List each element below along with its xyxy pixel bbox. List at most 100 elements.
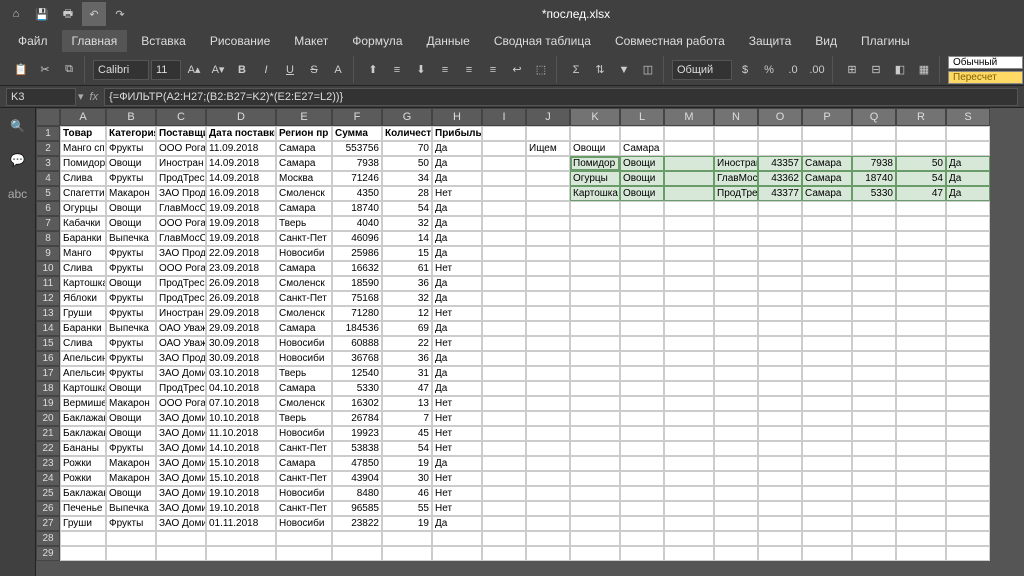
cell[interactable] <box>946 411 990 426</box>
dec-dec-icon[interactable]: .00 <box>806 59 828 81</box>
cell[interactable]: 14 <box>382 231 432 246</box>
cell[interactable]: 54 <box>382 441 432 456</box>
cell[interactable] <box>714 501 758 516</box>
cell[interactable] <box>758 306 802 321</box>
cell[interactable] <box>802 216 852 231</box>
cell[interactable] <box>570 471 620 486</box>
cell[interactable] <box>758 216 802 231</box>
col-header[interactable]: N <box>714 108 758 126</box>
cell[interactable] <box>714 471 758 486</box>
cell[interactable] <box>482 516 526 531</box>
cell[interactable] <box>526 471 570 486</box>
cell[interactable]: Самара <box>802 156 852 171</box>
align-center-icon[interactable]: ≡ <box>458 59 480 81</box>
cell[interactable]: Макарон <box>106 186 156 201</box>
cell[interactable] <box>482 126 526 141</box>
cell[interactable] <box>482 246 526 261</box>
cell[interactable] <box>664 291 714 306</box>
cell[interactable] <box>896 141 946 156</box>
cell[interactable]: ПродТрес <box>156 291 206 306</box>
cell[interactable]: Манго сп <box>60 141 106 156</box>
cell[interactable] <box>482 336 526 351</box>
menu-Вид[interactable]: Вид <box>805 30 847 52</box>
cell[interactable] <box>802 126 852 141</box>
font-inc-icon[interactable]: A▴ <box>183 59 205 81</box>
cell[interactable] <box>714 486 758 501</box>
cell[interactable]: Вермише <box>60 396 106 411</box>
cell[interactable]: Смоленск <box>276 186 332 201</box>
cell[interactable] <box>896 381 946 396</box>
cell[interactable]: Тверь <box>276 366 332 381</box>
cell[interactable]: 19923 <box>332 426 382 441</box>
cell[interactable] <box>432 546 482 561</box>
cell[interactable]: 15.10.2018 <box>206 456 276 471</box>
cell[interactable]: Помидор <box>570 156 620 171</box>
cell[interactable] <box>482 186 526 201</box>
cell[interactable]: Нет <box>432 261 482 276</box>
cell[interactable]: Новосиби <box>276 516 332 531</box>
row-header[interactable]: 8 <box>36 231 60 246</box>
cell[interactable] <box>570 276 620 291</box>
cell[interactable] <box>758 261 802 276</box>
cell[interactable] <box>852 306 896 321</box>
cell[interactable] <box>946 516 990 531</box>
cell[interactable]: ПродТрес <box>156 276 206 291</box>
row-header[interactable]: 18 <box>36 381 60 396</box>
cell[interactable]: 29.09.2018 <box>206 306 276 321</box>
menu-Главная[interactable]: Главная <box>62 30 128 52</box>
cell[interactable] <box>714 261 758 276</box>
cell[interactable]: Груши <box>60 306 106 321</box>
cell[interactable] <box>714 396 758 411</box>
cell[interactable]: 50 <box>896 156 946 171</box>
cell[interactable] <box>802 231 852 246</box>
cell[interactable]: ЗАО Доми <box>156 486 206 501</box>
cell[interactable] <box>758 351 802 366</box>
cell[interactable] <box>570 246 620 261</box>
cell[interactable]: Нет <box>432 411 482 426</box>
cell[interactable] <box>802 246 852 261</box>
fill-icon[interactable]: ◫ <box>637 59 659 81</box>
cell[interactable] <box>482 291 526 306</box>
cell[interactable]: Да <box>946 186 990 201</box>
col-header[interactable]: O <box>758 108 802 126</box>
cell[interactable]: Нет <box>432 441 482 456</box>
cell[interactable]: ООО Рога <box>156 141 206 156</box>
cell[interactable]: 7938 <box>852 156 896 171</box>
cell[interactable]: 71246 <box>332 171 382 186</box>
cell[interactable]: ПродТрес <box>156 171 206 186</box>
cell[interactable]: Выпечка <box>106 231 156 246</box>
cell[interactable] <box>802 471 852 486</box>
cell[interactable] <box>526 396 570 411</box>
row-header[interactable]: 16 <box>36 351 60 366</box>
cell[interactable] <box>620 261 664 276</box>
comments-icon[interactable]: 💬 <box>6 148 30 172</box>
cell[interactable] <box>664 486 714 501</box>
cell[interactable]: Помидор <box>60 156 106 171</box>
cell[interactable] <box>946 201 990 216</box>
cell[interactable] <box>382 531 432 546</box>
cell[interactable] <box>852 441 896 456</box>
filter-icon[interactable]: ▼ <box>613 59 635 81</box>
col-header[interactable]: I <box>482 108 526 126</box>
cell[interactable]: 07.10.2018 <box>206 396 276 411</box>
cell[interactable]: 32 <box>382 291 432 306</box>
cell[interactable] <box>664 156 714 171</box>
down-icon[interactable]: ▾ <box>78 90 84 103</box>
cell[interactable] <box>482 276 526 291</box>
style-chip[interactable]: Пересчет <box>948 71 1023 84</box>
cell[interactable] <box>570 486 620 501</box>
cell[interactable] <box>758 246 802 261</box>
cell[interactable] <box>526 186 570 201</box>
cell[interactable] <box>802 486 852 501</box>
cell[interactable] <box>714 231 758 246</box>
cell[interactable]: 43362 <box>758 171 802 186</box>
cell[interactable]: 36 <box>382 351 432 366</box>
menu-Вставка[interactable]: Вставка <box>131 30 196 52</box>
cell[interactable] <box>758 396 802 411</box>
cell[interactable]: 16632 <box>332 261 382 276</box>
cell[interactable]: Овощи <box>620 156 664 171</box>
cell[interactable]: 18740 <box>332 201 382 216</box>
row-header[interactable]: 7 <box>36 216 60 231</box>
cell[interactable] <box>802 321 852 336</box>
cell[interactable] <box>664 546 714 561</box>
